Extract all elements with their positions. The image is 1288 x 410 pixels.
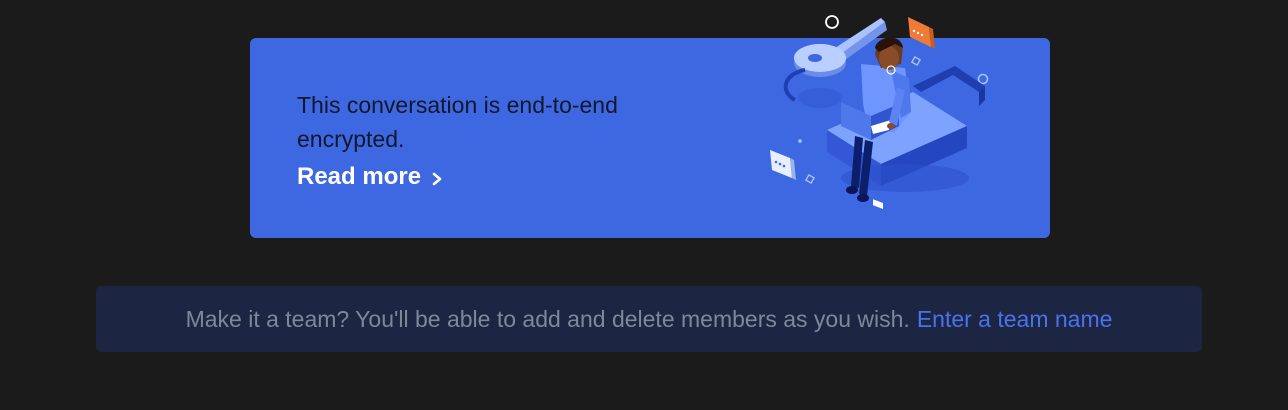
orange-chat-bubble-icon — [908, 17, 935, 49]
team-prompt-bar: Make it a team? You'll be able to add an… — [96, 286, 1202, 352]
encryption-message: This conversation is end-to-end encrypte… — [297, 92, 618, 152]
encryption-illustration — [770, 15, 989, 209]
chevron-right-icon — [432, 172, 442, 186]
conversation-panel: This conversation is end-to-end encrypte… — [0, 0, 1288, 410]
team-prompt-text: Make it a team? You'll be able to add an… — [185, 305, 910, 332]
read-more-label: Read more — [297, 163, 422, 190]
enter-team-name-link[interactable]: Enter a team name — [917, 306, 1113, 333]
read-more-link[interactable]: Read more — [297, 163, 445, 191]
white-chat-bubble-icon — [770, 150, 796, 180]
